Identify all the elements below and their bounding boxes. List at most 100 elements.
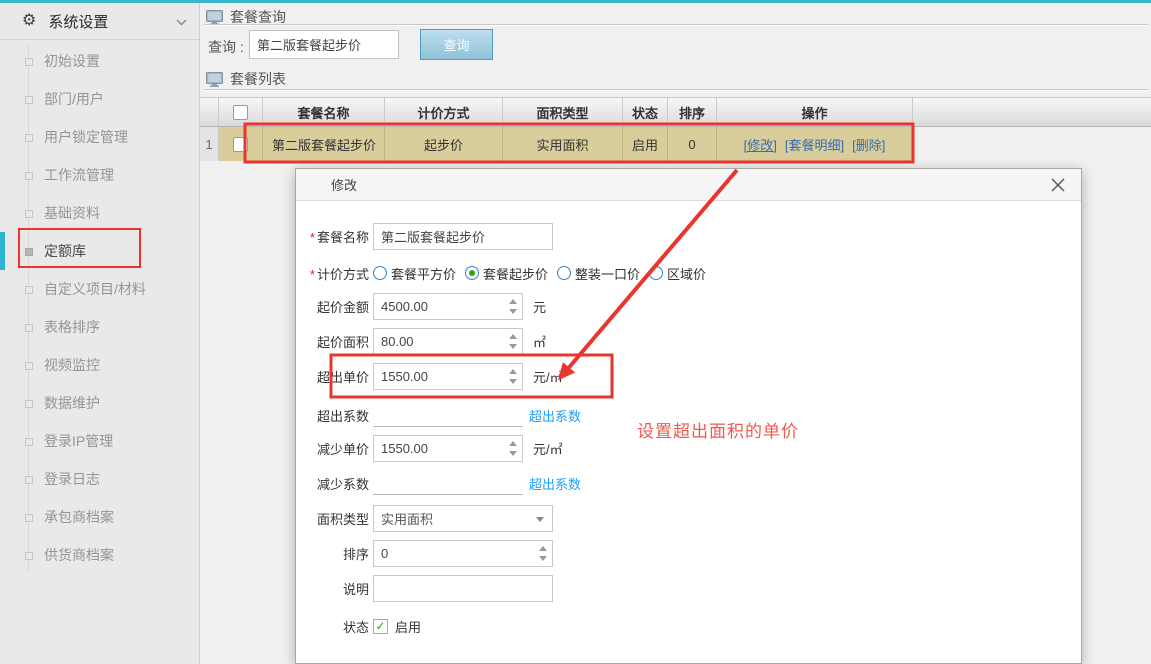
spin-up-button[interactable] [509,441,517,446]
radio-label: 套餐平方价 [391,264,456,283]
check-icon: ✓ [375,619,385,633]
header-sort: 排序 [668,98,717,126]
modal-title: 修改 [331,175,1049,194]
select-all-checkbox[interactable] [233,105,248,120]
reduce-coefficient-input[interactable] [373,471,523,495]
sidebar-item-contractor-archive[interactable]: 承包商档案 [0,498,199,536]
close-icon[interactable] [1049,176,1067,194]
field-status: 状态 ✓ 启用 [296,617,1081,635]
cell-sort: 0 [668,127,717,161]
edit-link[interactable]: [修改] [744,135,777,154]
sidebar-item-login-log[interactable]: 登录日志 [0,460,199,498]
header-checkbox-cell [219,98,263,126]
modal-body: *套餐名称 *计价方式 套餐平方价 套餐起步价 整装一口价 区域价 [296,201,1081,635]
sidebar-item-label: 定额库 [44,243,86,259]
sort-input[interactable] [373,540,553,567]
radio-option-flat-sqm[interactable]: 套餐平方价 [373,264,456,283]
active-accent-bar [0,232,5,270]
unit-label: 元/㎡ [533,367,563,386]
field-label: 面积类型 [317,512,369,527]
top-accent-bar [0,0,1151,3]
header-filler [913,98,1151,126]
row-checkbox[interactable] [233,137,248,152]
sidebar-item-custom-items[interactable]: 自定义项目/材料 [0,270,199,308]
sidebar-item-data-maintenance[interactable]: 数据维护 [0,384,199,422]
query-button[interactable]: 查询 [420,29,493,60]
package-name-input[interactable] [373,223,553,250]
spin-down-button[interactable] [509,379,517,384]
field-start-area: 起价面积 ㎡ [296,327,1081,355]
caret-down-icon [536,517,544,522]
header-actions: 操作 [717,98,913,126]
reduce-price-input[interactable] [373,435,523,462]
field-reduce-coefficient: 减少系数 超出系数 [296,471,1081,495]
spin-down-button[interactable] [539,556,547,561]
field-excess-price: 超出单价 元/㎡ [296,362,1081,390]
cell-name: 第二版套餐起步价 [263,127,385,161]
excess-price-input[interactable] [373,363,523,390]
unit-label: 元 [533,297,546,316]
spin-down-button[interactable] [509,451,517,456]
sidebar-item-video-monitor[interactable]: 视频监控 [0,346,199,384]
field-package-name: *套餐名称 [296,222,1081,250]
field-label: 计价方式 [317,267,369,282]
radio-label: 区域价 [667,264,706,283]
radio-option-whole-package[interactable]: 整装一口价 [557,264,640,283]
area-type-select[interactable]: 实用面积 [373,505,553,532]
sidebar-item-quota-library[interactable]: 定额库 [0,232,199,270]
package-detail-link[interactable]: [套餐明细] [785,135,844,154]
row-checkbox-cell [219,127,263,161]
list-section-label: 套餐列表 [230,69,286,89]
cell-pricing: 起步价 [385,127,503,161]
required-asterisk: * [310,267,315,282]
radio-option-starting-price[interactable]: 套餐起步价 [465,264,548,283]
spin-down-button[interactable] [509,309,517,314]
query-field-label: 查询 : [208,37,244,57]
field-start-price: 起价金额 元 [296,292,1081,320]
sidebar-header-system-settings[interactable]: ⚙ 系统设置 [0,0,199,40]
row-number: 1 [200,127,219,161]
field-label: 起价面积 [317,335,369,350]
sidebar-item-workflow[interactable]: 工作流管理 [0,156,199,194]
divider [204,89,1148,90]
field-area-type: 面积类型 实用面积 [296,504,1081,532]
start-price-input[interactable] [373,293,523,320]
field-label: 减少单价 [317,442,369,457]
status-checkbox[interactable]: ✓ [373,619,388,634]
cell-actions: [修改] [套餐明细] [删除] [717,127,913,161]
radio-option-regional-price[interactable]: 区域价 [649,264,706,283]
field-label: 超出单价 [317,370,369,385]
radio-icon [557,266,571,280]
excess-coefficient-link[interactable]: 超出系数 [529,406,581,425]
field-label: 排序 [343,547,369,562]
excess-coefficient-input[interactable] [373,403,523,427]
sidebar-item-user-lock[interactable]: 用户锁定管理 [0,118,199,156]
sidebar-item-basic-data[interactable]: 基础资料 [0,194,199,232]
field-label: 减少系数 [317,477,369,492]
radio-icon [373,266,387,280]
modal-header: 修改 [296,169,1081,201]
divider [204,24,1148,25]
query-input[interactable] [249,30,399,59]
table-row: 1 第二版套餐起步价 起步价 实用面积 启用 0 [修改] [套餐明细] [删除… [200,127,913,161]
start-area-input[interactable] [373,328,523,355]
description-input[interactable] [373,575,553,602]
sidebar-item-login-ip[interactable]: 登录IP管理 [0,422,199,460]
pricing-method-radios: 套餐平方价 套餐起步价 整装一口价 区域价 [373,264,715,283]
spin-up-button[interactable] [539,546,547,551]
unit-label: ㎡ [533,332,546,351]
spin-up-button[interactable] [509,299,517,304]
radio-icon [649,266,663,280]
sidebar-item-dept-users[interactable]: 部门/用户 [0,80,199,118]
status-checkbox-label: 启用 [395,617,421,636]
spin-up-button[interactable] [509,369,517,374]
sidebar-item-supplier-archive[interactable]: 供货商档案 [0,536,199,574]
reduce-coefficient-link[interactable]: 超出系数 [529,474,581,493]
delete-link[interactable]: [删除] [852,135,885,154]
header-pricing: 计价方式 [385,98,503,126]
sidebar-item-initial-settings[interactable]: 初始设置 [0,42,199,80]
spin-up-button[interactable] [509,334,517,339]
sidebar-item-table-sort[interactable]: 表格排序 [0,308,199,346]
monitor-icon [206,10,223,25]
spin-down-button[interactable] [509,344,517,349]
